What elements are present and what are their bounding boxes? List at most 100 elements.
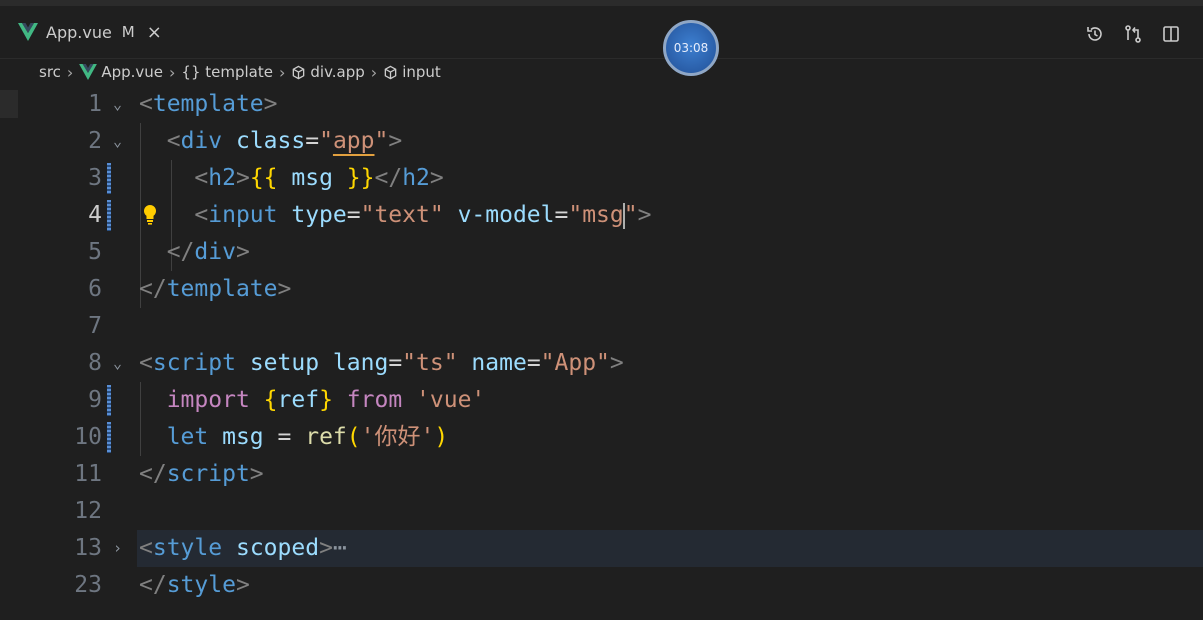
chevron-right-icon: › — [66, 62, 74, 82]
attribute-name: setup — [249, 350, 320, 376]
breadcrumb-input[interactable]: input — [383, 63, 441, 81]
identifier: msg — [222, 424, 264, 450]
breadcrumb-file-label: App.vue — [101, 63, 163, 81]
string-literal: '你好' — [360, 424, 435, 450]
attribute-value: "text" — [360, 202, 444, 228]
brace: } — [319, 387, 333, 413]
fold-expanded-icon[interactable]: ⌄ — [113, 345, 122, 382]
code-line-3[interactable]: 3 <h2>{{ msg }}</h2> — [0, 160, 1203, 197]
line-number: 1 — [88, 91, 102, 117]
line-number: 5 — [88, 239, 102, 265]
attribute-name: v-model — [457, 202, 555, 228]
code-line-7[interactable]: 7 — [0, 308, 1203, 345]
line-number: 3 — [88, 165, 102, 191]
code-editor[interactable]: 1 ⌄ <template> 2 ⌄ <div class="app"> 3 <… — [0, 86, 1203, 620]
attribute-name: class — [235, 128, 306, 154]
attribute-name: scoped — [235, 535, 320, 561]
keyword: let — [166, 424, 209, 450]
code-line-6[interactable]: 6 </template> — [0, 271, 1203, 308]
tag-name: script — [152, 350, 236, 376]
brace: { — [263, 387, 278, 413]
attribute-value: "msg — [568, 202, 624, 228]
vue-file-icon — [18, 23, 38, 41]
paren: ( — [346, 424, 361, 450]
tag-name: style — [152, 535, 223, 561]
code-line-5[interactable]: 5 </div> — [0, 234, 1203, 271]
keyword: from — [346, 387, 403, 413]
breadcrumb-input-label: input — [402, 63, 441, 81]
element-cube-icon — [384, 65, 397, 79]
line-number: 12 — [74, 498, 102, 524]
code-line-23[interactable]: 23 </style> — [0, 567, 1203, 604]
fold-expanded-icon[interactable]: ⌄ — [113, 86, 122, 123]
code-line-4[interactable]: 4 <input type="text" v-model="msg"> — [0, 197, 1203, 234]
chevron-right-icon: › — [278, 62, 286, 82]
line-number: 23 — [74, 572, 102, 598]
tab-filename: App.vue — [46, 22, 112, 42]
chevron-right-icon: › — [169, 62, 176, 82]
attribute-name: name — [471, 350, 527, 376]
breadcrumb: src › App.vue › {} template › div.app › … — [39, 60, 441, 84]
close-tab-icon[interactable]: × — [147, 22, 162, 43]
folded-ellipsis[interactable]: ⋯ — [333, 535, 347, 561]
tag-name: style — [166, 572, 236, 598]
code-line-12[interactable]: 12 — [0, 493, 1203, 530]
line-number: 11 — [74, 461, 102, 487]
line-number: 10 — [74, 424, 102, 450]
line-number: 6 — [88, 276, 102, 302]
split-editor-icon[interactable] — [1161, 24, 1181, 44]
git-modified-bar — [107, 422, 111, 453]
breadcrumb-template[interactable]: {} template — [181, 63, 273, 81]
code-line-13[interactable]: 13 › <style scoped>⋯ — [0, 530, 1203, 567]
expression: msg — [291, 165, 333, 191]
paren: ) — [434, 424, 449, 450]
open-changes-icon[interactable] — [1123, 24, 1143, 44]
code-line-10[interactable]: 10 let msg = ref('你好') — [0, 419, 1203, 456]
tag-name: h2 — [208, 165, 236, 191]
git-modified-bar — [107, 385, 111, 416]
code-line-1[interactable]: 1 ⌄ <template> — [0, 86, 1203, 123]
tag-name: h2 — [402, 165, 430, 191]
breadcrumb-div-label: div.app — [310, 63, 365, 81]
attribute-name: lang — [332, 350, 389, 376]
git-modified-bar — [107, 163, 111, 194]
operator: = — [277, 424, 292, 450]
mustache-close: }} — [346, 165, 375, 191]
line-number: 7 — [88, 313, 102, 339]
mustache-open: {{ — [249, 165, 278, 191]
chevron-right-icon: › — [370, 62, 378, 82]
breadcrumb-div[interactable]: div.app — [291, 63, 365, 81]
line-number: 9 — [88, 387, 102, 413]
recording-timer-badge: 03:08 — [663, 20, 719, 76]
line-number: 4 — [88, 202, 102, 228]
timeline-history-icon[interactable] — [1085, 24, 1105, 44]
tab-app-vue[interactable]: App.vue M × — [18, 16, 162, 48]
attribute-value: app — [332, 128, 375, 154]
attribute-value-quote: " — [623, 202, 638, 228]
modified-indicator: M — [121, 23, 135, 41]
code-line-11[interactable]: 11 </script> — [0, 456, 1203, 493]
tag-name: div — [194, 239, 236, 265]
tag-name: script — [166, 461, 250, 487]
breadcrumb-file[interactable]: App.vue — [79, 63, 163, 81]
tag-name: input — [208, 202, 278, 228]
tab-bar: App.vue M × — [0, 6, 1203, 59]
code-line-8[interactable]: 8 ⌄ <script setup lang="ts" name="App"> — [0, 345, 1203, 382]
breadcrumb-src[interactable]: src — [39, 63, 61, 81]
code-line-2[interactable]: 2 ⌄ <div class="app"> — [0, 123, 1203, 160]
tag-name: template — [152, 91, 264, 117]
line-number: 8 — [88, 350, 102, 376]
fold-collapsed-icon[interactable]: › — [113, 530, 122, 567]
attribute-name: type — [291, 202, 347, 228]
tag-name: div — [180, 128, 223, 154]
module-string: 'vue' — [416, 387, 486, 413]
identifier: ref — [277, 387, 320, 413]
code-line-9[interactable]: 9 import {ref} from 'vue' — [0, 382, 1203, 419]
element-cube-icon — [293, 65, 305, 79]
line-number: 13 — [74, 535, 102, 561]
git-modified-bar — [107, 200, 111, 231]
attribute-value: "ts" — [402, 350, 458, 376]
keyword: import — [166, 387, 250, 413]
fold-expanded-icon[interactable]: ⌄ — [113, 123, 122, 160]
tag-name: template — [166, 276, 278, 302]
